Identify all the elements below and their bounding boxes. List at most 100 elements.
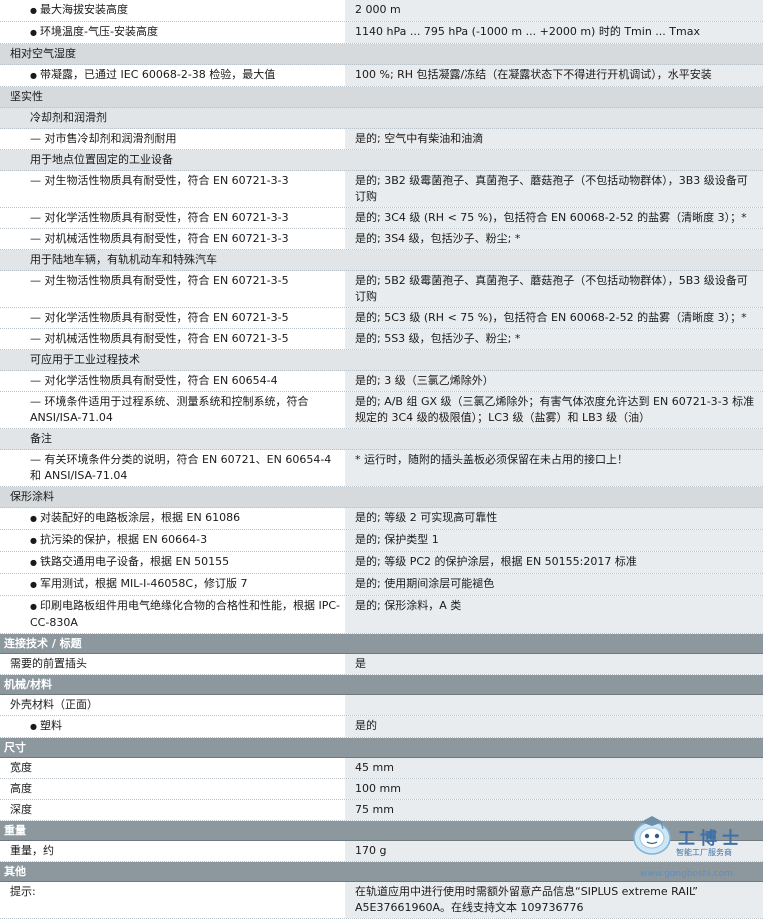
spec-label: 外壳材料（正面） <box>10 698 98 711</box>
spec-value: 是的; 3B2 级霉菌孢子、真菌孢子、蘑菇孢子（不包括动物群体），3B3 级设备… <box>345 171 763 207</box>
spec-row: — 对生物活性物质具有耐受性，符合 EN 60721-3-3 是的; 3B2 级霉… <box>0 171 763 208</box>
section-header: 重量 <box>0 821 763 841</box>
spec-label-cell: ● 抗污染的保护，根据 EN 60664-3 <box>0 530 345 551</box>
bullet-icon: ● <box>30 28 37 37</box>
spec-label-cell: — 对生物活性物质具有耐受性，符合 EN 60721-3-5 <box>0 271 345 307</box>
spec-table: ● 最大海拔安装高度 2 000 m ● 环境温度-气压-安装高度 1140 hPa ..… <box>0 0 763 919</box>
spec-label: — 对机械活性物质具有耐受性，符合 EN 60721-3-3 <box>30 232 289 245</box>
spec-label-cell: 高度 <box>0 779 345 799</box>
spec-label-cell: — 对生物活性物质具有耐受性，符合 EN 60721-3-3 <box>0 171 345 207</box>
spec-label: 对装配好的电路板涂层，根据 EN 61086 <box>40 511 241 524</box>
spec-label-cell: 宽度 <box>0 758 345 778</box>
spec-label-cell: — 对化学活性物质具有耐受性，符合 EN 60654-4 <box>0 371 345 391</box>
spec-value: 在轨道应用中进行使用时需额外留意产品信息“SIPLUS extreme RAIL… <box>345 882 763 918</box>
spec-row: ● 最大海拔安装高度 2 000 m <box>0 0 763 22</box>
spec-value: 是的; 等级 PC2 的保护涂层，根据 EN 50155:2017 标准 <box>345 552 763 573</box>
spec-value: 是的; 空气中有柴油和油滴 <box>345 129 763 149</box>
spec-label: 军用测试，根据 MIL-I-46058C，修订版 7 <box>40 577 248 590</box>
spec-row: — 对市售冷却剂和润滑剂耐用 是的; 空气中有柴油和油滴 <box>0 129 763 150</box>
spec-label-cell: 深度 <box>0 800 345 820</box>
group-header: 用于陆地车辆，有轨机动车和特殊汽车 <box>0 250 763 271</box>
spec-label-cell: — 对化学活性物质具有耐受性，符合 EN 60721-3-5 <box>0 308 345 328</box>
spec-label: — 有关环境条件分类的说明，符合 EN 60721、EN 60654-4 和 A… <box>30 453 332 482</box>
spec-row: ● 带凝露，已通过 IEC 60068-2-38 检验，最大值 100 %; RH … <box>0 65 763 87</box>
group-label: 用于陆地车辆，有轨机动车和特殊汽车 <box>30 253 217 266</box>
spec-label: 带凝露，已通过 IEC 60068-2-38 检验，最大值 <box>40 68 276 81</box>
spec-label: 铁路交通用电子设备，根据 EN 50155 <box>40 555 230 568</box>
spec-value <box>345 695 763 715</box>
section-header: 其他 <box>0 862 763 882</box>
group-header: 相对空气湿度 <box>0 44 763 65</box>
group-label: 重量 <box>4 824 26 837</box>
spec-row: 外壳材料（正面） <box>0 695 763 716</box>
bullet-icon: ● <box>30 580 37 589</box>
spec-label-cell: — 有关环境条件分类的说明，符合 EN 60721、EN 60654-4 和 A… <box>0 450 345 486</box>
spec-value: 是的; 5S3 级，包括沙子、粉尘; * <box>345 329 763 349</box>
spec-label: — 对化学活性物质具有耐受性，符合 EN 60654-4 <box>30 374 278 387</box>
spec-row: — 对生物活性物质具有耐受性，符合 EN 60721-3-5 是的; 5B2 级霉… <box>0 271 763 308</box>
spec-row: 高度 100 mm <box>0 779 763 800</box>
bullet-icon: ● <box>30 558 37 567</box>
group-header: 坚实性 <box>0 87 763 108</box>
spec-label: 需要的前置插头 <box>10 657 87 670</box>
spec-row: ● 铁路交通用电子设备，根据 EN 50155 是的; 等级 PC2 的保护涂层，根… <box>0 552 763 574</box>
spec-value: 1140 hPa ... 795 hPa (-1000 m ... +2000 … <box>345 22 763 43</box>
spec-row: ● 军用测试，根据 MIL-I-46058C，修订版 7 是的; 使用期间涂层可能褪… <box>0 574 763 596</box>
section-header: 尺寸 <box>0 738 763 758</box>
spec-label-cell: ● 最大海拔安装高度 <box>0 0 345 21</box>
group-label: 坚实性 <box>10 90 43 103</box>
spec-label: 最大海拔安装高度 <box>40 3 128 16</box>
spec-value: 是 <box>345 654 763 674</box>
spec-label: — 对生物活性物质具有耐受性，符合 EN 60721-3-5 <box>30 274 289 287</box>
group-label: 连接技术 / 标题 <box>4 637 82 650</box>
spec-label: 环境温度-气压-安装高度 <box>40 25 158 38</box>
spec-value: 是的; 3C4 级 (RH < 75 %)，包括符合 EN 60068-2-52… <box>345 208 763 228</box>
group-header: 冷却剂和润滑剂 <box>0 108 763 129</box>
spec-value: 是的 <box>345 716 763 737</box>
spec-label: 重量，约 <box>10 844 54 857</box>
spec-row: — 对化学活性物质具有耐受性，符合 EN 60721-3-3 是的; 3C4 级 … <box>0 208 763 229</box>
spec-row: ● 对装配好的电路板涂层，根据 EN 61086 是的; 等级 2 可实现高可靠性 <box>0 508 763 530</box>
spec-label: 塑料 <box>40 719 62 732</box>
spec-label-cell: — 对机械活性物质具有耐受性，符合 EN 60721-3-5 <box>0 329 345 349</box>
spec-label-cell: ● 环境温度-气压-安装高度 <box>0 22 345 43</box>
spec-value: 是的; A/B 组 GX 级（三氯乙烯除外；有害气体浓度允许达到 EN 6072… <box>345 392 763 428</box>
spec-row: 需要的前置插头 是 <box>0 654 763 675</box>
spec-label: — 对化学活性物质具有耐受性，符合 EN 60721-3-5 <box>30 311 289 324</box>
spec-row: — 对机械活性物质具有耐受性，符合 EN 60721-3-5 是的; 5S3 级，… <box>0 329 763 350</box>
group-label: 其他 <box>4 865 26 878</box>
spec-label: 抗污染的保护，根据 EN 60664-3 <box>40 533 208 546</box>
spec-label: — 对机械活性物质具有耐受性，符合 EN 60721-3-5 <box>30 332 289 345</box>
group-label: 尺寸 <box>4 741 26 754</box>
spec-value: 是的; 5B2 级霉菌孢子、真菌孢子、蘑菇孢子（不包括动物群体），5B3 级设备… <box>345 271 763 307</box>
group-label: 备注 <box>30 432 52 445</box>
spec-label: 宽度 <box>10 761 32 774</box>
spec-value: 45 mm <box>345 758 763 778</box>
group-header: 可应用于工业过程技术 <box>0 350 763 371</box>
spec-row: 宽度 45 mm <box>0 758 763 779</box>
spec-label-cell: ● 带凝露，已通过 IEC 60068-2-38 检验，最大值 <box>0 65 345 86</box>
spec-row: 提示: 在轨道应用中进行使用时需额外留意产品信息“SIPLUS extreme R… <box>0 882 763 919</box>
spec-label: 提示: <box>10 885 36 898</box>
spec-row: — 对机械活性物质具有耐受性，符合 EN 60721-3-3 是的; 3S4 级，… <box>0 229 763 250</box>
spec-row: ● 抗污染的保护，根据 EN 60664-3 是的; 保护类型 1 <box>0 530 763 552</box>
spec-value: 是的; 等级 2 可实现高可靠性 <box>345 508 763 529</box>
spec-label: — 对化学活性物质具有耐受性，符合 EN 60721-3-3 <box>30 211 289 224</box>
spec-row: — 对化学活性物质具有耐受性，符合 EN 60721-3-5 是的; 5C3 级 … <box>0 308 763 329</box>
group-label: 机械/材料 <box>4 678 53 691</box>
section-header: 连接技术 / 标题 <box>0 634 763 654</box>
spec-row: — 环境条件适用于过程系统、测量系统和控制系统，符合 ANSI/ISA-71.0… <box>0 392 763 429</box>
spec-label-cell: — 对化学活性物质具有耐受性，符合 EN 60721-3-3 <box>0 208 345 228</box>
spec-label-cell: — 对市售冷却剂和润滑剂耐用 <box>0 129 345 149</box>
spec-label-cell: 重量，约 <box>0 841 345 861</box>
bullet-icon: ● <box>30 722 37 731</box>
bullet-icon: ● <box>30 536 37 545</box>
spec-label-cell: 需要的前置插头 <box>0 654 345 674</box>
spec-value: 170 g <box>345 841 763 861</box>
spec-value: 100 mm <box>345 779 763 799</box>
spec-value: 是的; 保形涂料，A 类 <box>345 596 763 633</box>
spec-value: 是的; 5C3 级 (RH < 75 %)，包括符合 EN 60068-2-52… <box>345 308 763 328</box>
spec-label-cell: — 环境条件适用于过程系统、测量系统和控制系统，符合 ANSI/ISA-71.0… <box>0 392 345 428</box>
spec-value: 75 mm <box>345 800 763 820</box>
spec-label: 印刷电路板组件用电气绝缘化合物的合格性和性能，根据 IPC-CC-830A <box>30 599 341 629</box>
